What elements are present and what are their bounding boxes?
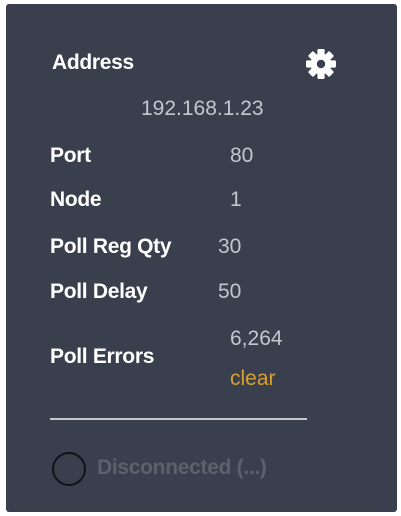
- divider: [50, 418, 307, 420]
- connection-status-text: Disconnected (...): [97, 456, 267, 479]
- circle-outline-icon: [52, 452, 86, 486]
- connection-panel: Address 192.168.1.23 Port 80 Node 1 Poll…: [6, 4, 397, 512]
- poll-reg-qty-value[interactable]: 30: [218, 235, 241, 259]
- address-label: Address: [52, 51, 134, 74]
- node-label: Node: [50, 188, 102, 211]
- port-value[interactable]: 80: [230, 144, 253, 168]
- poll-errors-label: Poll Errors: [50, 345, 155, 368]
- node-value[interactable]: 1: [230, 188, 242, 212]
- poll-reg-qty-label: Poll Reg Qty: [50, 235, 172, 258]
- poll-delay-value[interactable]: 50: [218, 280, 241, 304]
- address-value[interactable]: 192.168.1.23: [141, 97, 264, 121]
- gear-icon[interactable]: [304, 47, 338, 81]
- clear-errors-link[interactable]: clear: [230, 367, 276, 391]
- port-label: Port: [50, 144, 91, 167]
- poll-errors-value: 6,264: [230, 327, 283, 350]
- poll-delay-label: Poll Delay: [50, 280, 148, 303]
